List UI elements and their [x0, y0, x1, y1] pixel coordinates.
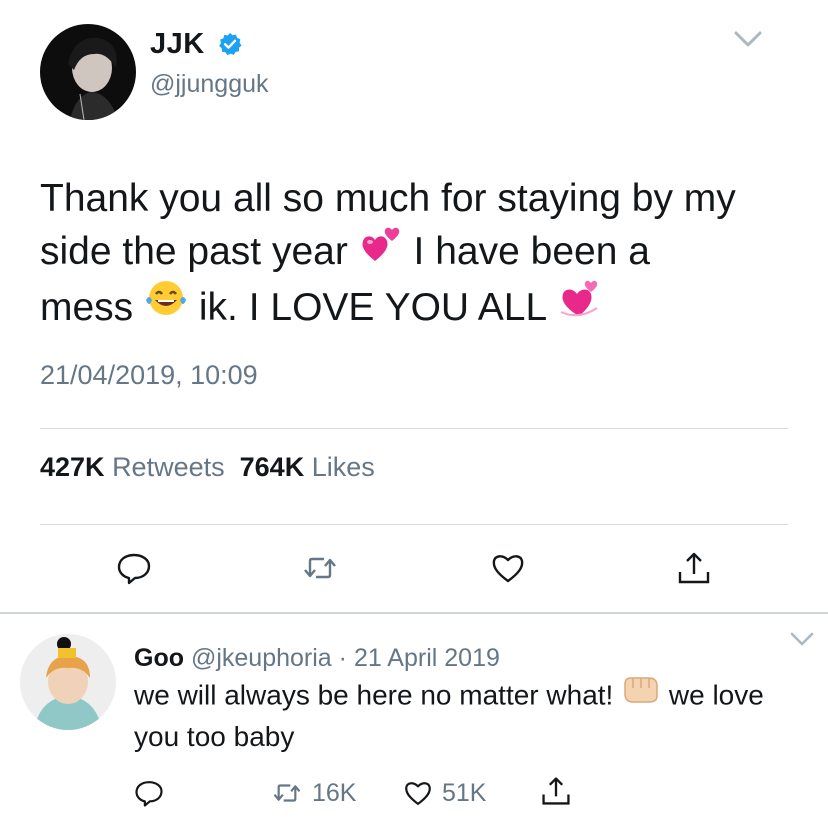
tweet-text-line-3: mess ik. I LOVE YOU ALL	[40, 281, 800, 337]
reply-text: we will always be here no matter what! w…	[134, 676, 774, 756]
author-display-name[interactable]: JJK	[150, 28, 205, 61]
likes-stat[interactable]: 764K Likes	[240, 452, 375, 482]
reply-author-name[interactable]: Goo	[134, 644, 184, 672]
divider	[40, 524, 788, 525]
retweets-count: 427K	[40, 452, 105, 482]
reply-like-button[interactable]: 51K	[402, 776, 486, 810]
tweet-text-fragment: ik. I LOVE YOU ALL	[198, 285, 546, 329]
author-avatar[interactable]	[40, 24, 136, 120]
retweets-label: Retweets	[112, 452, 225, 482]
reply-like-count: 51K	[442, 778, 487, 807]
reply-author-handle[interactable]: @jkeuphoria	[191, 644, 332, 672]
oncoming-fist-emoji	[621, 674, 661, 716]
retweet-icon[interactable]	[302, 550, 338, 586]
tweet-text-line-2: side the past year I have been a	[40, 225, 800, 281]
tweet-text-fragment: mess	[40, 285, 134, 329]
reply-icon[interactable]	[116, 550, 152, 586]
revolving-hearts-emoji	[557, 278, 601, 332]
tweet-text: Thank you all so much for staying by my …	[40, 172, 800, 336]
tweet-text-fragment: I have been a	[413, 230, 650, 273]
tweet-timestamp[interactable]: 21/04/2019, 10:09	[40, 360, 258, 391]
tears-of-joy-emoji	[144, 278, 188, 332]
heart-icon[interactable]	[490, 550, 526, 586]
verified-badge-icon	[218, 32, 242, 56]
reply-reply-button[interactable]	[134, 776, 172, 810]
chevron-down-icon[interactable]	[734, 30, 762, 48]
likes-count: 764K	[239, 452, 305, 482]
reply-icon	[135, 781, 163, 807]
retweets-stat[interactable]: 427K Retweets	[40, 452, 225, 482]
reply-separator-dot: ·	[338, 644, 347, 672]
tweet-text-line-1: Thank you all so much for staying by my	[40, 177, 736, 220]
two-hearts-emoji	[359, 223, 403, 277]
likes-label: Likes	[311, 452, 375, 482]
reply-retweet-button[interactable]: 16K	[270, 776, 356, 810]
tweet-separator	[0, 612, 828, 614]
share-icon	[542, 777, 570, 805]
reply-header: Goo @jkeuphoria · 21 April 2019	[134, 644, 500, 673]
chevron-down-icon[interactable]	[790, 632, 814, 646]
reply-share-button[interactable]	[540, 774, 580, 808]
tweet-text-fragment: side the past year	[40, 230, 348, 273]
share-icon[interactable]	[676, 550, 712, 586]
reply-retweet-count: 16K	[312, 778, 357, 807]
reply-author-avatar[interactable]	[20, 634, 116, 730]
engagement-stats: 427K Retweets 764K Likes	[40, 452, 375, 483]
reply-text-fragment: we will always be here no matter what!	[134, 679, 614, 711]
retweet-icon	[273, 784, 301, 802]
reply-date[interactable]: 21 April 2019	[354, 644, 500, 672]
heart-icon	[405, 782, 431, 805]
author-handle[interactable]: @jjungguk	[150, 70, 269, 99]
divider	[40, 428, 788, 429]
